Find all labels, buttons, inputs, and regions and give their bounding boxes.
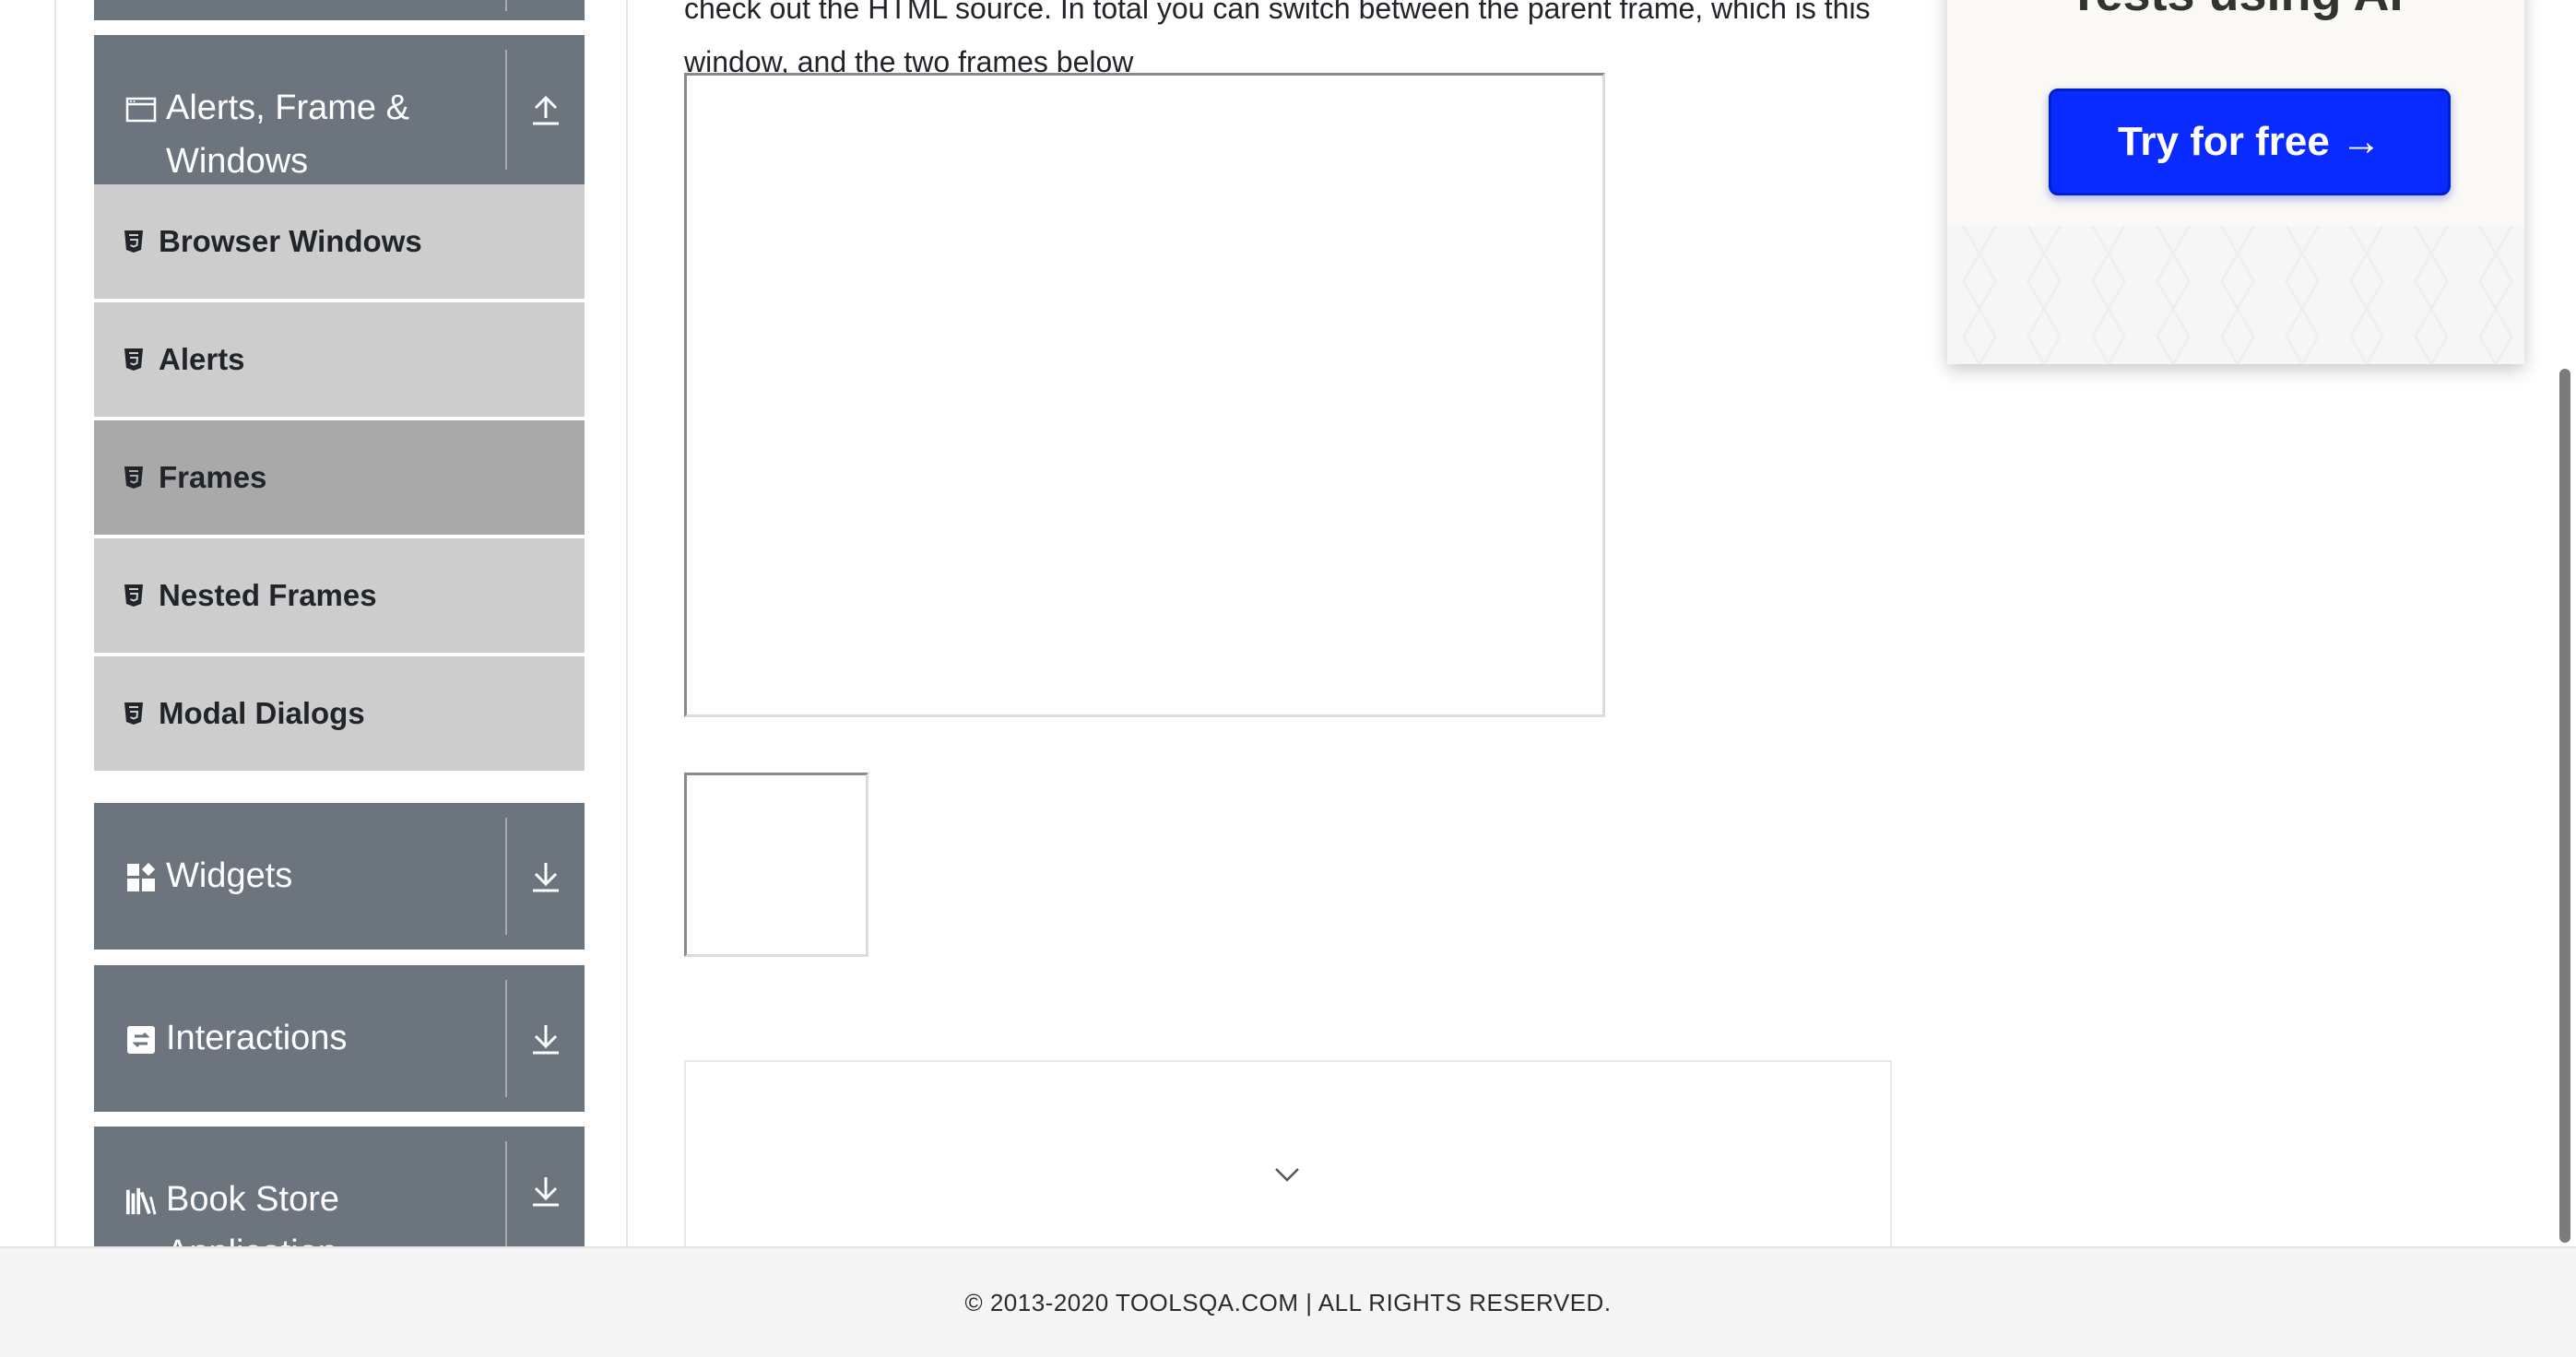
page: Alerts, Frame & Windows Browser Windows …	[0, 0, 2576, 1357]
sidebar-item-label: Browser Windows	[159, 224, 422, 258]
sidebar-left-border	[54, 0, 56, 1246]
footer-copyright: © 2013-2020 TOOLSQA.COM | ALL RIGHTS RES…	[964, 1288, 1612, 1316]
sidebar-item-modal-dialogs[interactable]: Modal Dialogs	[94, 656, 585, 771]
sidebar-item-label: Frames	[159, 460, 267, 494]
group-title: Interactions	[166, 1019, 348, 1057]
window-icon	[125, 94, 157, 125]
html5-icon	[122, 466, 146, 490]
ad-card: Tests using AI Try for free →	[1947, 0, 2524, 364]
html5-icon	[122, 702, 146, 726]
footer: © 2013-2020 TOOLSQA.COM | ALL RIGHTS RES…	[0, 1246, 2576, 1357]
group-divider	[505, 0, 507, 11]
group-header-alerts-frame-windows[interactable]: Alerts, Frame & Windows	[94, 35, 585, 184]
html5-icon	[122, 584, 146, 608]
sidebar-item-nested-frames[interactable]: Nested Frames	[94, 538, 585, 653]
expand-toggle[interactable]	[507, 965, 585, 1112]
sidebar-item-label: Modal Dialogs	[159, 696, 365, 730]
collapse-toggle[interactable]	[507, 35, 585, 184]
group-title: Alerts, Frame & Windows	[166, 88, 409, 181]
sidebar-item-alerts[interactable]: Alerts	[94, 302, 585, 417]
expand-toggle[interactable]	[507, 803, 585, 950]
html5-icon	[122, 348, 146, 372]
frame1-iframe[interactable]	[684, 73, 1605, 717]
ad-headline: Tests using AI	[1947, 0, 2524, 22]
scrollbar-thumb[interactable]	[2559, 369, 2570, 1243]
widgets-icon	[125, 862, 157, 893]
html5-icon	[122, 230, 146, 254]
books-icon	[125, 1186, 157, 1217]
download-arrow-icon	[533, 862, 559, 891]
frame2-iframe[interactable]	[684, 773, 869, 957]
sidebar-item-label: Nested Frames	[159, 578, 377, 612]
download-arrow-icon	[533, 1177, 559, 1207]
download-arrow-icon	[533, 1024, 559, 1054]
chevron-down-icon[interactable]	[1270, 1158, 1304, 1191]
group-header-interactions[interactable]: Interactions	[94, 965, 585, 1112]
interactions-icon	[125, 1024, 157, 1056]
upload-arrow-icon	[533, 95, 559, 125]
group-header-widgets[interactable]: Widgets	[94, 803, 585, 950]
sidebar-item-browser-windows[interactable]: Browser Windows	[94, 184, 585, 299]
try-for-free-button[interactable]: Try for free →	[2049, 88, 2451, 195]
ad-background-pattern	[1947, 226, 2524, 364]
sidebar-item-frames[interactable]: Frames	[94, 420, 585, 535]
sidebar-item-label: Alerts	[159, 342, 245, 376]
sidebar-right-border	[626, 0, 628, 1246]
group-title: Widgets	[166, 856, 293, 895]
group-header-elements[interactable]	[94, 0, 585, 20]
